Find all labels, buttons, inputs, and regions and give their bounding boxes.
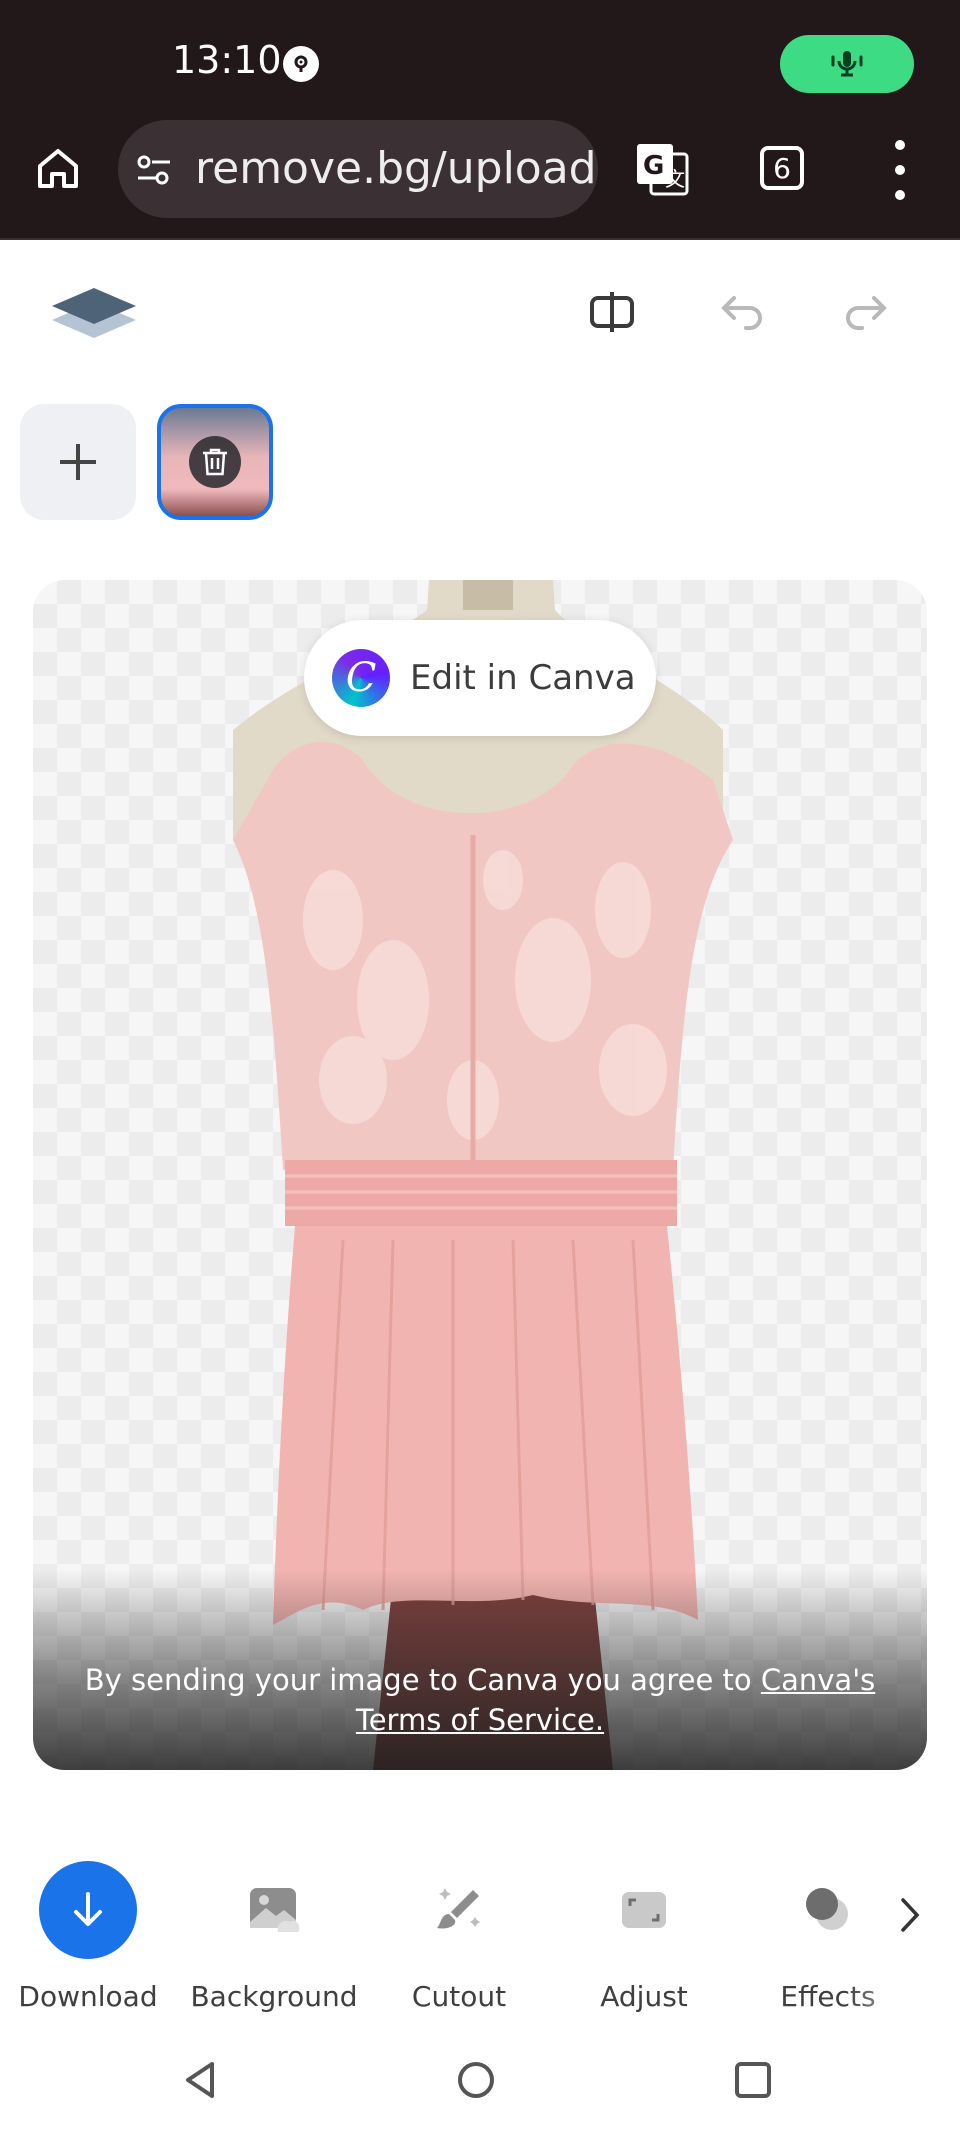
status-time: 13:10 — [172, 38, 282, 82]
tab-switcher-button[interactable]: 6 — [760, 146, 804, 190]
svg-text:G: G — [643, 151, 664, 181]
translate-icon[interactable]: G文 — [633, 140, 691, 198]
download-icon — [39, 1861, 137, 1959]
chevron-right-icon[interactable] — [895, 1890, 925, 1940]
mic-indicator-icon[interactable] — [780, 35, 914, 93]
adjust-tool[interactable]: Adjust — [554, 1860, 734, 2013]
svg-text:文: 文 — [665, 167, 685, 191]
effects-icon — [778, 1860, 878, 1960]
effects-label: Effects — [738, 1980, 918, 2013]
redo-icon[interactable] — [840, 286, 892, 338]
removebg-logo[interactable] — [48, 280, 140, 346]
plus-icon — [60, 444, 96, 480]
delete-image-button[interactable] — [189, 436, 241, 488]
home-icon[interactable] — [30, 140, 86, 196]
download-label: Download — [18, 1980, 158, 2013]
effects-tool[interactable]: Effects — [738, 1860, 918, 2013]
download-tool[interactable]: Download — [0, 1860, 178, 2013]
undo-icon[interactable] — [716, 286, 768, 338]
more-menu-icon[interactable] — [880, 140, 920, 200]
url-text[interactable]: remove.bg/upload — [195, 143, 597, 194]
cutout-tool[interactable]: Cutout — [369, 1860, 549, 2013]
add-image-button[interactable] — [20, 404, 136, 520]
nav-home-icon[interactable] — [456, 2060, 496, 2100]
background-label: Background — [190, 1980, 358, 2013]
cutout-label: Cutout — [411, 1980, 507, 2013]
adjust-label: Adjust — [600, 1980, 688, 2013]
image-canvas[interactable] — [33, 580, 927, 1770]
edit-in-canva-label: Edit in Canva — [410, 658, 636, 698]
adjust-icon — [594, 1860, 694, 1960]
brush-icon — [409, 1860, 509, 1960]
site-settings-icon[interactable] — [134, 150, 174, 190]
image-icon — [224, 1860, 324, 1960]
nav-back-icon[interactable] — [180, 2060, 220, 2100]
chrome-divider — [0, 238, 960, 240]
compare-icon[interactable] — [586, 286, 638, 338]
edit-in-canva-button[interactable]: C Edit in Canva — [304, 620, 656, 736]
trash-icon — [203, 448, 227, 476]
terms-text: By sending your image to Canva you agree… — [84, 1663, 761, 1697]
canva-logo-icon: C — [332, 649, 390, 707]
nav-recents-icon[interactable] — [733, 2060, 773, 2100]
canva-terms-notice: By sending your image to Canva you agree… — [60, 1660, 900, 1740]
background-tool[interactable]: Background — [184, 1860, 364, 2013]
image-thumbnail[interactable] — [157, 404, 273, 520]
location-icon — [283, 46, 319, 82]
